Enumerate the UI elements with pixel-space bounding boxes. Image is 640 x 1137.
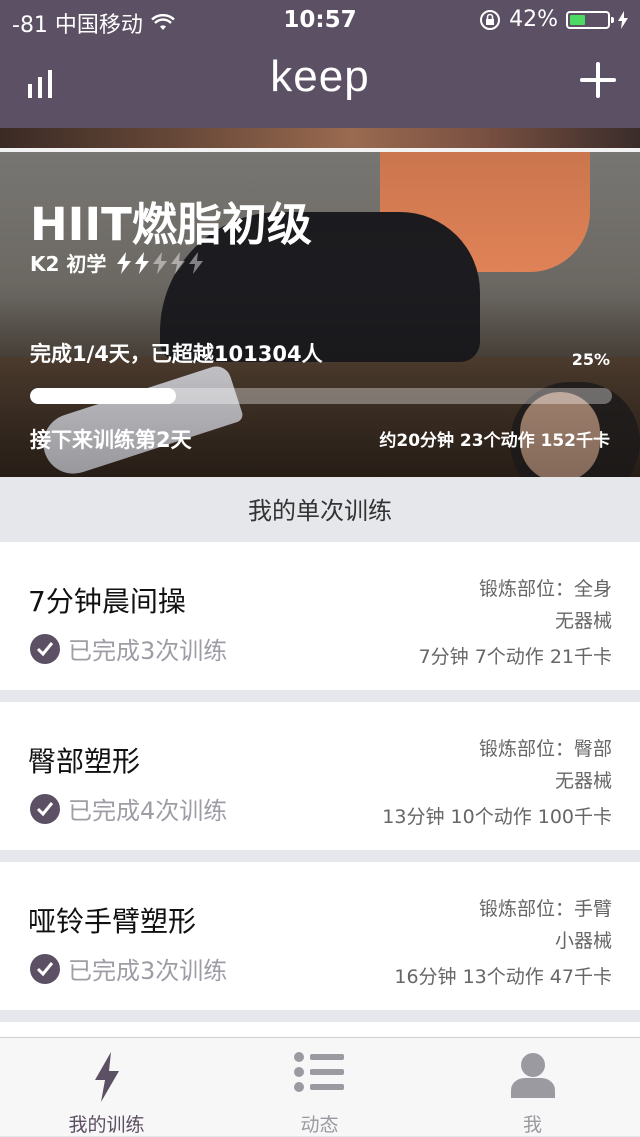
equipment: 小器械 <box>554 930 612 952</box>
workout-card[interactable]: 7分钟晨间操 已完成3次训练 锻炼部位：全身 无器械 7分钟 7个动作 21千卡 <box>0 542 640 690</box>
workout-stats: 7分钟 7个动作 21千卡 <box>418 646 612 668</box>
completion-status: 已完成3次训练 <box>30 631 227 666</box>
tab-label: 动态 <box>300 1114 339 1136</box>
workout-name: 7分钟晨间操 <box>28 585 186 618</box>
tab-label: 我的训练 <box>68 1114 145 1136</box>
plan-progress-text: 完成1/4天，已超越101304人 <box>30 342 323 366</box>
tab-label: 我 <box>522 1114 542 1136</box>
check-circle-icon <box>30 793 60 824</box>
lightning-icon <box>189 251 204 274</box>
status-bar: -81 中国移动 10:57 42% <box>0 0 640 40</box>
list-icon <box>293 1052 344 1092</box>
tab-feed[interactable]: 动态 <box>213 1038 426 1136</box>
lightning-icon <box>135 251 150 274</box>
tab-me[interactable]: 我 <box>426 1038 639 1136</box>
plan-progress-percent: 25% <box>571 350 610 369</box>
workout-stats: 16分钟 13个动作 47千卡 <box>394 966 612 988</box>
workout-card[interactable]: 哑铃手臂塑形 已完成3次训练 锻炼部位：手臂 小器械 16分钟 13个动作 47… <box>0 862 640 1010</box>
check-circle-icon <box>30 633 60 664</box>
charging-icon <box>618 10 628 29</box>
app-logo: keep <box>270 52 370 101</box>
completion-text: 已完成4次训练 <box>68 797 228 825</box>
person-icon <box>510 1053 555 1098</box>
section-title: 我的单次训练 <box>0 477 640 542</box>
battery-level <box>570 14 586 25</box>
next-training-label: 接下来训练第2天 <box>30 428 192 452</box>
plan-progress-bar <box>30 388 612 404</box>
completion-status: 已完成3次训练 <box>30 951 227 986</box>
equipment: 无器械 <box>554 770 612 792</box>
battery-icon <box>566 10 614 29</box>
workout-card[interactable]: 臀部塑形 已完成4次训练 锻炼部位：臀部 无器械 13分钟 10个动作 100千… <box>0 702 640 850</box>
plan-title: HIIT燃脂初级 <box>30 198 312 251</box>
workout-name: 臀部塑形 <box>28 745 141 778</box>
workout-stats: 13分钟 10个动作 100千卡 <box>382 806 612 828</box>
battery-percent: 42% <box>509 7 558 32</box>
equipment: 无器械 <box>554 610 612 632</box>
plan-level: K2 初学 <box>30 248 204 277</box>
hero-image-strip <box>0 128 640 148</box>
difficulty-rating <box>116 251 204 274</box>
body-part: 锻炼部位：臀部 <box>478 738 612 760</box>
tab-bar: 我的训练 动态 我 <box>0 1037 640 1136</box>
body-part: 锻炼部位：全身 <box>478 578 612 600</box>
plan-progress-fill <box>30 388 176 404</box>
completion-text: 已完成3次训练 <box>68 637 228 665</box>
plan-meta: 约20分钟 23个动作 152千卡 <box>379 431 610 451</box>
plus-icon[interactable] <box>580 62 616 98</box>
completion-status: 已完成4次训练 <box>30 791 227 826</box>
workout-name: 哑铃手臂塑形 <box>28 905 197 938</box>
completion-text: 已完成3次训练 <box>68 957 228 985</box>
rotation-lock-icon <box>480 9 501 30</box>
level-label: K2 初学 <box>30 252 107 276</box>
check-circle-icon <box>30 953 60 984</box>
nav-bar: keep <box>0 40 640 128</box>
lightning-icon <box>94 1052 119 1102</box>
lightning-icon <box>171 251 186 274</box>
lightning-icon <box>153 251 168 274</box>
lightning-icon <box>117 251 132 274</box>
body-part: 锻炼部位：手臂 <box>478 898 612 920</box>
tab-my-training[interactable]: 我的训练 <box>0 1038 213 1136</box>
